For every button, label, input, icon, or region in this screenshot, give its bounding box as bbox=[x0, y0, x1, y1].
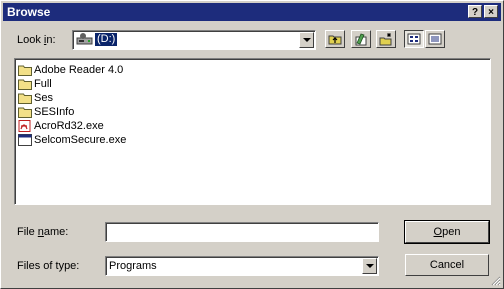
list-item[interactable]: Full bbox=[18, 77, 490, 91]
file-name: Adobe Reader 4.0 bbox=[34, 64, 124, 76]
window-title: Browse bbox=[7, 5, 51, 19]
files-of-type-dropdown-button[interactable] bbox=[362, 258, 377, 274]
folder-icon bbox=[18, 64, 32, 76]
file-name: Ses bbox=[34, 92, 53, 104]
files-of-type-label: Files of type: bbox=[17, 260, 80, 272]
details-view-icon bbox=[428, 33, 442, 45]
list-view-icon bbox=[407, 33, 421, 45]
file-name: Full bbox=[34, 78, 52, 90]
title-bar: Browse ? × bbox=[3, 3, 501, 21]
desktop-icon bbox=[355, 33, 367, 46]
close-button[interactable]: × bbox=[484, 5, 498, 18]
list-item[interactable]: SelcomSecure.exe bbox=[18, 133, 490, 147]
list-item[interactable]: SESInfo bbox=[18, 105, 490, 119]
desktop-button[interactable] bbox=[351, 30, 371, 48]
list-item[interactable]: AcroRd32.exe bbox=[18, 119, 490, 133]
list-item[interactable]: Ses bbox=[18, 91, 490, 105]
open-button[interactable]: Open bbox=[404, 220, 490, 244]
up-folder-icon bbox=[328, 35, 342, 45]
file-list[interactable]: Adobe Reader 4.0 Full Ses SESInfo AcroRd… bbox=[14, 58, 491, 205]
drive-icon bbox=[76, 33, 94, 49]
acrobat-exe-icon bbox=[18, 120, 32, 132]
files-of-type-combo[interactable]: Programs bbox=[105, 256, 379, 276]
folder-icon bbox=[18, 92, 32, 104]
file-name: SESInfo bbox=[34, 106, 75, 118]
help-button[interactable]: ? bbox=[468, 5, 482, 18]
file-name: AcroRd32.exe bbox=[34, 120, 104, 132]
new-folder-icon bbox=[379, 33, 392, 46]
create-new-folder-button[interactable] bbox=[376, 30, 396, 48]
folder-icon bbox=[18, 106, 32, 118]
browse-dialog: Browse ? × Look in: (D:) Adobe Reader 4.… bbox=[0, 0, 504, 289]
details-view-button[interactable] bbox=[425, 30, 445, 48]
look-in-dropdown-button[interactable] bbox=[299, 32, 314, 48]
cancel-button[interactable]: Cancel bbox=[405, 254, 489, 276]
look-in-combo[interactable]: (D:) bbox=[72, 30, 316, 50]
folder-icon bbox=[18, 78, 32, 90]
list-item[interactable]: Adobe Reader 4.0 bbox=[18, 63, 490, 77]
look-in-label: Look in: bbox=[17, 34, 56, 46]
file-name: SelcomSecure.exe bbox=[34, 134, 127, 146]
files-of-type-value: Programs bbox=[109, 260, 157, 272]
resize-grip-icon[interactable] bbox=[489, 274, 501, 286]
list-view-button[interactable] bbox=[404, 30, 424, 48]
up-one-level-button[interactable] bbox=[325, 30, 345, 48]
look-in-value: (D:) bbox=[95, 33, 118, 46]
application-exe-icon bbox=[18, 134, 32, 146]
file-name-input[interactable] bbox=[105, 222, 379, 242]
file-name-label: File name: bbox=[17, 226, 69, 238]
